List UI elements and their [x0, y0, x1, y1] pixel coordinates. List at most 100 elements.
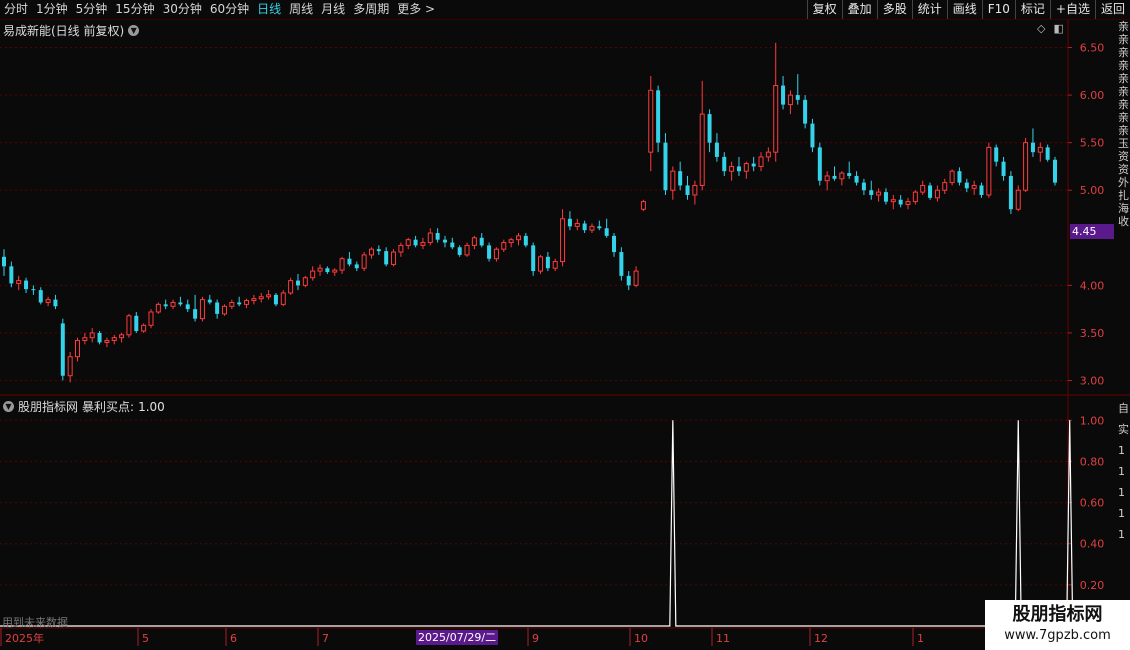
tab-period-5[interactable]: 60分钟	[206, 0, 253, 19]
candle-body-down	[376, 249, 381, 252]
tab-period-4[interactable]: 30分钟	[159, 0, 206, 19]
current-price-badge: 4.45	[1070, 224, 1114, 239]
candle-body-down	[957, 171, 962, 183]
candle-body-down	[898, 199, 903, 205]
candle-body-down	[53, 299, 58, 307]
tool-button-0[interactable]: 复权	[806, 0, 842, 19]
tool-button-7[interactable]: +自选	[1049, 0, 1095, 19]
tool-button-6[interactable]: 标记	[1014, 0, 1050, 19]
candle-body-up	[765, 151, 771, 158]
candle-body-down	[97, 332, 102, 343]
future-data-note: 用到未来数据	[2, 616, 68, 629]
candle-body-up	[692, 184, 698, 196]
candle-body-down	[781, 85, 786, 105]
panel-icons: ◇ ◧	[1037, 22, 1064, 35]
tab-period-1[interactable]: 1分钟	[32, 0, 72, 19]
candle-body-up	[67, 356, 73, 377]
window-icon[interactable]: ◧	[1053, 22, 1063, 35]
candle-body-down	[678, 171, 683, 186]
tool-button-3[interactable]: 统计	[911, 0, 947, 19]
candle-body-down	[861, 182, 866, 191]
candle-body-down	[523, 235, 528, 246]
candle-body-up	[82, 337, 88, 342]
candle-body-up	[986, 146, 992, 196]
candle-body-up	[824, 175, 830, 182]
x-axis-label: 10	[634, 632, 648, 645]
price-tick-label: 3.50	[1080, 327, 1105, 340]
lower-panel-title[interactable]: ▼ 股朋指标网 暴利买点: 1.00	[3, 398, 165, 415]
candle-body-up	[839, 172, 845, 180]
candle-body-down	[626, 275, 631, 286]
candle-body-up	[648, 89, 654, 153]
tab-period-3[interactable]: 15分钟	[111, 0, 158, 19]
stock-chart[interactable]: 6.50 6.00 5.50 5.00 4.00 3.50 3.00 1.00 0.80 0.60…	[0, 0, 1130, 650]
candle-body-up	[280, 292, 286, 305]
candle-body-up	[560, 218, 566, 263]
candle-body-up	[368, 248, 374, 256]
candle-body-up	[773, 85, 779, 153]
candle-body-down	[869, 190, 874, 195]
tool-button-2[interactable]: 多股	[876, 0, 912, 19]
candle-body-down	[479, 237, 484, 246]
candle-body-down	[487, 245, 492, 259]
candle-body-up	[640, 201, 646, 210]
tab-period-10[interactable]: 更多 >	[393, 0, 439, 19]
tab-period-2[interactable]: 5分钟	[72, 0, 112, 19]
candle-body-down	[273, 294, 278, 305]
x-axis-label: 5	[142, 632, 149, 645]
candle-body-down	[531, 245, 536, 272]
candle-body-up	[427, 232, 433, 244]
tool-button-5[interactable]: F10	[981, 0, 1015, 19]
upper-panel-title[interactable]: 易成新能(日线 前复权) ▼	[3, 22, 140, 39]
x-axis-label: 11	[716, 632, 730, 645]
side-strip-lower: 自实11111	[1118, 402, 1129, 541]
logo-line2: www.7gpzb.com	[1004, 628, 1111, 643]
indicator-label: 暴利买点:	[82, 400, 135, 414]
chevron-down-icon[interactable]: ▼	[3, 401, 14, 412]
candle-body-up	[471, 237, 477, 246]
tool-button-8[interactable]: 返回	[1094, 0, 1130, 19]
tool-button-4[interactable]: 画线	[946, 0, 982, 19]
candle-body-down	[567, 218, 572, 227]
candle-body-up	[45, 299, 51, 303]
tool-button-1[interactable]: 叠加	[841, 0, 877, 19]
candle-body-down	[60, 323, 65, 376]
candle-body-down	[163, 304, 168, 307]
candle-body-down	[413, 239, 418, 246]
price-tick-label: 6.50	[1080, 42, 1105, 55]
candle-body-up	[1037, 146, 1043, 153]
x-axis-label: 7	[322, 632, 329, 645]
candle-body-up	[464, 244, 470, 256]
candle-body-up	[876, 191, 882, 196]
candle-body-up	[949, 170, 955, 184]
tab-period-0[interactable]: 分时	[0, 0, 32, 19]
candle-body-up	[552, 261, 558, 269]
tab-period-7[interactable]: 周线	[285, 0, 317, 19]
top-toolbar: 分时 1分钟 5分钟 15分钟 30分钟 60分钟 日线 周线 月线 多周期 更多 > 复权 叠加 多股…	[0, 0, 1130, 20]
tab-period-6[interactable]: 日线	[253, 0, 285, 19]
tab-period-9[interactable]: 多周期	[349, 0, 393, 19]
candle-body-down	[193, 309, 198, 319]
tab-period-8[interactable]: 月线	[317, 0, 349, 19]
site-logo: 股朋指标网 www.7gpzb.com	[985, 600, 1130, 650]
chevron-down-icon[interactable]: ▼	[128, 25, 140, 36]
candle-body-down	[325, 268, 330, 273]
candle-body-down	[38, 290, 43, 303]
candle-body-down	[656, 90, 661, 143]
candle-body-down	[685, 185, 690, 195]
candle-body-down	[1008, 175, 1013, 210]
candle-body-down	[1053, 159, 1057, 183]
candle-body-up	[890, 199, 896, 203]
candle-body-up	[119, 334, 125, 339]
candle-body-down	[457, 247, 462, 255]
candle-body-up	[589, 225, 595, 231]
period-tabs: 分时 1分钟 5分钟 15分钟 30分钟 60分钟 日线 周线 月线 多周期 更多 >	[0, 0, 439, 19]
diamond-icon[interactable]: ◇	[1037, 22, 1045, 35]
candle-body-up	[258, 296, 264, 300]
candle-body-up	[361, 254, 367, 269]
candle-body-down	[207, 299, 212, 303]
candle-body-down	[832, 175, 837, 179]
candle-body-down	[722, 156, 727, 172]
candle-body-up	[1015, 189, 1021, 210]
candle-body-down	[883, 192, 888, 202]
